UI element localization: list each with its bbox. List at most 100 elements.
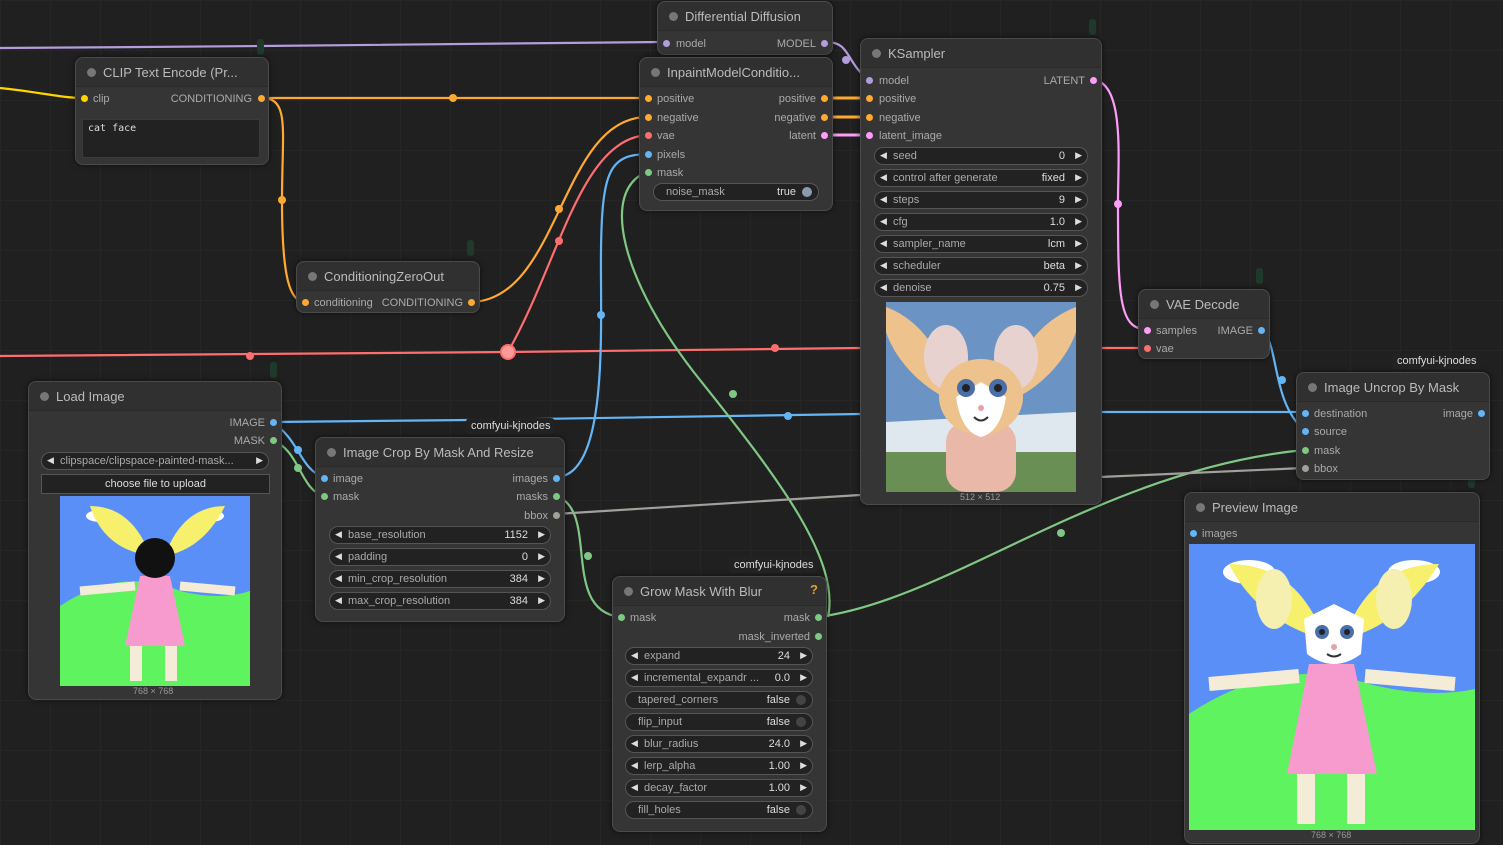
decrement-arrow-icon[interactable]: ◀ xyxy=(880,282,887,293)
image-file-select[interactable]: ◀ clipspace/clipspace-painted-mask... ▶ xyxy=(41,452,269,470)
node-header[interactable]: CLIP Text Encode (Pr... xyxy=(76,58,268,87)
output-pin[interactable] xyxy=(270,419,277,426)
conditioning-zero-out-node[interactable]: ConditioningZeroOut conditioning CONDITI… xyxy=(296,261,480,313)
input-pin[interactable] xyxy=(645,132,652,139)
output-pin[interactable] xyxy=(821,132,828,139)
differential-diffusion-node[interactable]: Differential Diffusion model MODEL xyxy=(657,1,833,55)
collapse-dot[interactable] xyxy=(1150,300,1159,309)
input-pin[interactable] xyxy=(321,493,328,500)
output-pin[interactable] xyxy=(1478,410,1485,417)
increment-arrow-icon[interactable]: ▶ xyxy=(538,573,545,584)
input-pin[interactable] xyxy=(866,132,873,139)
input-pin[interactable] xyxy=(618,614,625,621)
output-pin[interactable] xyxy=(1090,77,1097,84)
base-resolution-widget[interactable]: ◀ base_resolution 1152 ▶ xyxy=(329,526,551,544)
increment-arrow-icon[interactable]: ▶ xyxy=(1075,260,1082,271)
input-pin[interactable] xyxy=(1144,345,1151,352)
node-tab[interactable] xyxy=(467,240,474,256)
input-pin[interactable] xyxy=(1144,327,1151,334)
decrement-arrow-icon[interactable]: ◀ xyxy=(880,260,887,271)
inpaint-model-conditioning-node[interactable]: InpaintModelConditio... positive negativ… xyxy=(639,57,833,211)
increment-arrow-icon[interactable]: ▶ xyxy=(1075,216,1082,227)
increment-arrow-icon[interactable]: ▶ xyxy=(800,760,807,771)
help-icon[interactable]: ? xyxy=(810,582,818,597)
decrement-arrow-icon[interactable]: ◀ xyxy=(880,150,887,161)
increment-arrow-icon[interactable]: ▶ xyxy=(800,782,807,793)
input-pin[interactable] xyxy=(1190,530,1197,537)
expand-widget[interactable]: ◀ expand 24 ▶ xyxy=(625,647,813,665)
collapse-dot[interactable] xyxy=(40,392,49,401)
node-tab[interactable] xyxy=(257,39,264,55)
decay-factor-widget[interactable]: ◀ decay_factor 1.00 ▶ xyxy=(625,779,813,797)
input-pin[interactable] xyxy=(645,114,652,121)
input-pin[interactable] xyxy=(866,77,873,84)
increment-arrow-icon[interactable]: ▶ xyxy=(800,738,807,749)
collapse-dot[interactable] xyxy=(327,448,336,457)
node-tab[interactable] xyxy=(1089,19,1096,35)
decrement-arrow-icon[interactable]: ◀ xyxy=(631,782,638,793)
scheduler-widget[interactable]: ◀ scheduler beta ▶ xyxy=(874,257,1088,275)
input-pin[interactable] xyxy=(645,169,652,176)
vae-decode-node[interactable]: VAE Decode samples vae IMAGE xyxy=(1138,289,1270,359)
collapse-dot[interactable] xyxy=(1308,383,1317,392)
output-pin[interactable] xyxy=(815,633,822,640)
node-header[interactable]: Preview Image xyxy=(1185,493,1479,522)
output-pin[interactable] xyxy=(270,437,277,444)
preview-image-node[interactable]: Preview Image images 768 × 768 xyxy=(1184,492,1480,844)
decrement-arrow-icon[interactable]: ◀ xyxy=(880,172,887,183)
node-header[interactable]: VAE Decode xyxy=(1139,290,1269,319)
increment-arrow-icon[interactable]: ▶ xyxy=(1075,150,1082,161)
decrement-arrow-icon[interactable]: ◀ xyxy=(880,216,887,227)
output-pin[interactable] xyxy=(821,40,828,47)
decrement-arrow-icon[interactable]: ◀ xyxy=(880,194,887,205)
input-pin[interactable] xyxy=(81,95,88,102)
increment-arrow-icon[interactable]: ▶ xyxy=(1075,172,1082,183)
input-pin[interactable] xyxy=(866,114,873,121)
prompt-textarea[interactable]: cat face xyxy=(82,119,260,158)
node-header[interactable]: Load Image xyxy=(29,382,281,411)
output-pin[interactable] xyxy=(553,512,560,519)
increment-arrow-icon[interactable]: ▶ xyxy=(256,455,263,466)
increment-arrow-icon[interactable]: ▶ xyxy=(800,650,807,661)
output-pin[interactable] xyxy=(821,114,828,121)
blur-radius-widget[interactable]: ◀ blur_radius 24.0 ▶ xyxy=(625,735,813,753)
lerp-alpha-widget[interactable]: ◀ lerp_alpha 1.00 ▶ xyxy=(625,757,813,775)
input-pin[interactable] xyxy=(1302,428,1309,435)
increment-arrow-icon[interactable]: ▶ xyxy=(538,595,545,606)
decrement-arrow-icon[interactable]: ◀ xyxy=(335,551,342,562)
tapered-corners-toggle[interactable]: tapered_corners false xyxy=(625,691,813,709)
flip-input-toggle[interactable]: flip_input false xyxy=(625,713,813,731)
decrement-arrow-icon[interactable]: ◀ xyxy=(335,529,342,540)
node-header[interactable]: InpaintModelConditio... xyxy=(640,58,832,87)
input-pin[interactable] xyxy=(1302,465,1309,472)
input-pin[interactable] xyxy=(663,40,670,47)
cfg-widget[interactable]: ◀ cfg 1.0 ▶ xyxy=(874,213,1088,231)
collapse-dot[interactable] xyxy=(1196,503,1205,512)
output-pin[interactable] xyxy=(815,614,822,621)
output-pin[interactable] xyxy=(258,95,265,102)
collapse-dot[interactable] xyxy=(624,587,633,596)
node-header[interactable]: Image Crop By Mask And Resize xyxy=(316,438,564,467)
collapse-dot[interactable] xyxy=(669,12,678,21)
image-uncrop-by-mask-node[interactable]: Image Uncrop By Mask destination source … xyxy=(1296,372,1490,480)
node-tab[interactable] xyxy=(1256,268,1263,284)
decrement-arrow-icon[interactable]: ◀ xyxy=(631,738,638,749)
input-pin[interactable] xyxy=(645,151,652,158)
sampler-name-widget[interactable]: ◀ sampler_name lcm ▶ xyxy=(874,235,1088,253)
output-pin[interactable] xyxy=(821,95,828,102)
decrement-arrow-icon[interactable]: ◀ xyxy=(631,672,638,683)
increment-arrow-icon[interactable]: ▶ xyxy=(1075,238,1082,249)
collapse-dot[interactable] xyxy=(651,68,660,77)
load-image-node[interactable]: Load Image IMAGE MASK ◀ clipspace/clipspa… xyxy=(28,381,282,700)
grow-mask-with-blur-node[interactable]: Grow Mask With Blur ? mask mask mask_inv… xyxy=(612,576,827,832)
decrement-arrow-icon[interactable]: ◀ xyxy=(335,573,342,584)
node-header[interactable]: ConditioningZeroOut xyxy=(297,262,479,291)
decrement-arrow-icon[interactable]: ◀ xyxy=(880,238,887,249)
steps-widget[interactable]: ◀ steps 9 ▶ xyxy=(874,191,1088,209)
input-pin[interactable] xyxy=(645,95,652,102)
decrement-arrow-icon[interactable]: ◀ xyxy=(631,760,638,771)
padding-widget[interactable]: ◀ padding 0 ▶ xyxy=(329,548,551,566)
increment-arrow-icon[interactable]: ▶ xyxy=(800,672,807,683)
output-pin[interactable] xyxy=(553,493,560,500)
input-pin[interactable] xyxy=(302,299,309,306)
